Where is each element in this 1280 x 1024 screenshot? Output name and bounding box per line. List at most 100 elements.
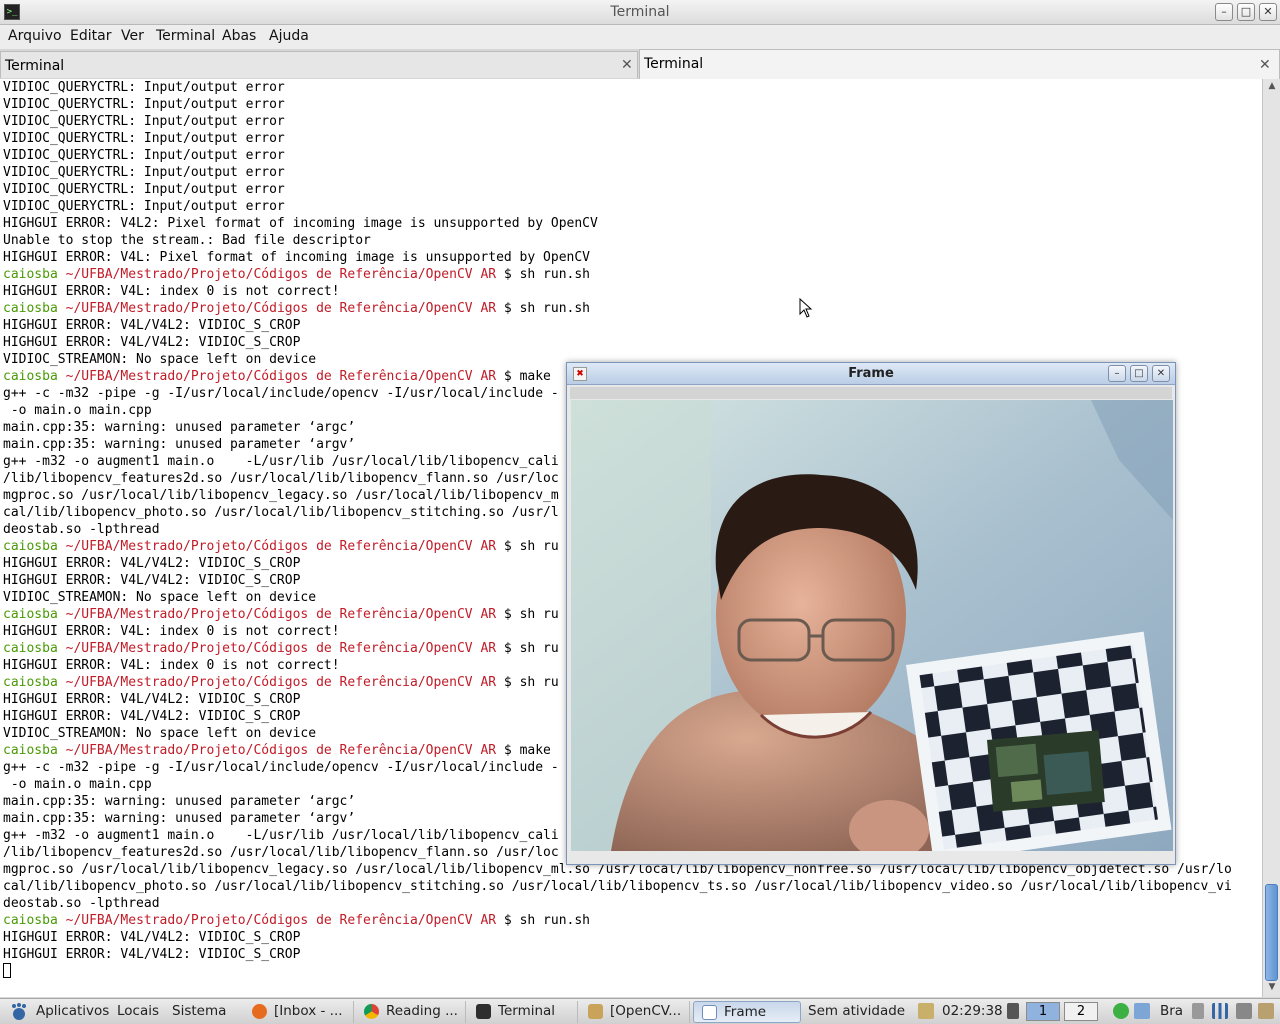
- prompt-command: $ sh run.sh: [496, 913, 591, 928]
- settings-icon[interactable]: [1236, 1003, 1252, 1019]
- task-inbox[interactable]: [Inbox - ...: [244, 1001, 354, 1023]
- terminal-line: VIDIOC_QUERYCTRL: Input/output error: [3, 148, 285, 163]
- mouse-pointer-icon: [799, 298, 813, 318]
- prompt-command: $ sh ru: [496, 675, 559, 690]
- task-label: Frame: [724, 1004, 767, 1020]
- tab-label: Terminal: [644, 56, 704, 72]
- usb-icon[interactable]: [1007, 1003, 1019, 1019]
- frame-close-button[interactable]: ✕: [1152, 365, 1170, 382]
- prompt-user: caiosba: [3, 267, 58, 282]
- battery-icon[interactable]: [1258, 1003, 1274, 1019]
- frame-maximize-button[interactable]: □: [1130, 365, 1148, 382]
- prompt-path: ~/UFBA/Mestrado/Projeto/Códigos de Refer…: [65, 675, 497, 690]
- prompt-command: $ sh run.sh: [496, 267, 591, 282]
- terminal-line: cal/lib/libopencv_photo.so /usr/local/li…: [3, 879, 1232, 894]
- update-check-icon[interactable]: [1113, 1003, 1129, 1019]
- volume-icon[interactable]: [1192, 1003, 1204, 1019]
- prompt-user: caiosba: [3, 539, 58, 554]
- prompt-path: ~/UFBA/Mestrado/Projeto/Códigos de Refer…: [65, 913, 497, 928]
- terminal-line: VIDIOC_QUERYCTRL: Input/output error: [3, 131, 285, 146]
- menu-locais[interactable]: Locais: [117, 1003, 159, 1019]
- frame-titlebar[interactable]: ✖ Frame – □ ✕: [567, 363, 1175, 385]
- taskbar: Aplicativos Locais Sistema [Inbox - ... …: [0, 998, 1280, 1024]
- minimize-button[interactable]: –: [1215, 3, 1233, 21]
- terminal-line: VIDIOC_QUERYCTRL: Input/output error: [3, 114, 285, 129]
- prompt-command: $ sh ru: [496, 641, 559, 656]
- task-terminal[interactable]: Terminal: [468, 1001, 578, 1023]
- prompt-command: $ sh ru: [496, 607, 559, 622]
- terminal-line: HIGHGUI ERROR: V4L/V4L2: VIDIOC_S_CROP: [3, 947, 301, 962]
- tab-close-icon[interactable]: ✕: [621, 57, 633, 73]
- gnome-foot-icon[interactable]: [10, 1003, 28, 1021]
- menu-sistema[interactable]: Sistema: [172, 1003, 226, 1019]
- lock-icon[interactable]: [918, 1003, 934, 1019]
- prompt-path: ~/UFBA/Mestrado/Projeto/Códigos de Refer…: [65, 607, 497, 622]
- terminal-line: HIGHGUI ERROR: V4L2: Pixel format of inc…: [3, 216, 598, 231]
- frame-minimize-button[interactable]: –: [1108, 365, 1126, 382]
- menu-abas[interactable]: Abas: [222, 28, 256, 44]
- status-text: Sem atividade: [808, 1003, 906, 1019]
- keyboard-layout[interactable]: Bra: [1160, 1003, 1183, 1019]
- maximize-button[interactable]: □: [1237, 3, 1255, 21]
- signal-icon[interactable]: [1212, 1003, 1228, 1019]
- firefox-icon: [252, 1004, 267, 1019]
- terminal-line: HIGHGUI ERROR: V4L/V4L2: VIDIOC_S_CROP: [3, 930, 301, 945]
- workspace-2[interactable]: 2: [1064, 1002, 1098, 1021]
- scrollbar-thumb[interactable]: [1265, 884, 1278, 981]
- terminal-line: VIDIOC_QUERYCTRL: Input/output error: [3, 97, 285, 112]
- tab-terminal-2[interactable]: Terminal ✕: [639, 49, 1280, 79]
- network-icon[interactable]: [1134, 1003, 1150, 1019]
- prompt-command: $ make: [496, 743, 551, 758]
- tab-terminal-1[interactable]: Terminal ✕: [0, 51, 638, 78]
- scroll-up-icon[interactable]: ▲: [1266, 81, 1278, 93]
- task-label: [Inbox - ...: [274, 1003, 343, 1019]
- terminal-prompt-line: caiosba ~/UFBA/Mestrado/Projeto/Códigos …: [3, 912, 1232, 929]
- frame-window[interactable]: ✖ Frame – □ ✕: [566, 362, 1176, 865]
- terminal-line: VIDIOC_QUERYCTRL: Input/output error: [3, 165, 285, 180]
- terminal-line: Unable to stop the stream.: Bad file des…: [3, 233, 371, 248]
- terminal-cursor: [3, 963, 11, 978]
- prompt-path: ~/UFBA/Mestrado/Projeto/Códigos de Refer…: [65, 641, 497, 656]
- workspace-1[interactable]: 1: [1026, 1002, 1060, 1021]
- terminal-line: deostab.so -lpthread: [3, 896, 160, 911]
- chrome-icon: [364, 1004, 379, 1019]
- prompt-user: caiosba: [3, 369, 58, 384]
- prompt-path: ~/UFBA/Mestrado/Projeto/Códigos de Refer…: [65, 267, 497, 282]
- terminal-line: HIGHGUI ERROR: V4L/V4L2: VIDIOC_S_CROP: [3, 335, 301, 350]
- window-title: Terminal: [610, 4, 670, 20]
- menu-editar[interactable]: Editar: [70, 28, 111, 44]
- folder-icon: [588, 1004, 603, 1019]
- task-label: [OpenCV...: [610, 1003, 682, 1019]
- frame-toolbar: [570, 387, 1172, 399]
- tab-bar: Terminal ✕ Terminal ✕: [0, 49, 1280, 79]
- terminal-line: HIGHGUI ERROR: V4L: index 0 is not corre…: [3, 284, 340, 299]
- menu-ver[interactable]: Ver: [121, 28, 144, 44]
- tab-close-icon[interactable]: ✕: [1259, 57, 1271, 73]
- prompt-command: $ sh run.sh: [496, 301, 591, 316]
- scroll-down-icon[interactable]: ▼: [1266, 982, 1278, 994]
- window-icon: [702, 1005, 717, 1020]
- clock[interactable]: 02:29:38: [942, 1003, 1003, 1019]
- prompt-user: caiosba: [3, 743, 58, 758]
- terminal-line: [3, 963, 1232, 980]
- task-reading[interactable]: Reading ...: [356, 1001, 466, 1023]
- menu-aplicativos[interactable]: Aplicativos: [36, 1003, 109, 1019]
- task-opencv[interactable]: [OpenCV...: [580, 1001, 690, 1023]
- menu-ajuda[interactable]: Ajuda: [269, 28, 309, 44]
- terminal-prompt-line: caiosba ~/UFBA/Mestrado/Projeto/Códigos …: [3, 300, 1232, 317]
- prompt-path: ~/UFBA/Mestrado/Projeto/Códigos de Refer…: [65, 539, 497, 554]
- task-frame[interactable]: Frame: [693, 1001, 801, 1023]
- close-button[interactable]: ✕: [1259, 3, 1277, 21]
- workspace-label: 1: [1038, 1004, 1048, 1019]
- terminal-line: HIGHGUI ERROR: V4L: Pixel format of inco…: [3, 250, 590, 265]
- menu-arquivo[interactable]: Arquivo: [8, 28, 62, 44]
- terminal-line: VIDIOC_QUERYCTRL: Input/output error: [3, 182, 285, 197]
- window-titlebar: >_ Terminal – □ ✕: [0, 0, 1280, 25]
- menu-terminal[interactable]: Terminal: [156, 28, 215, 44]
- prompt-user: caiosba: [3, 301, 58, 316]
- terminal-line: VIDIOC_QUERYCTRL: Input/output error: [3, 199, 285, 214]
- webcam-image: [571, 400, 1173, 851]
- menubar: Arquivo Editar Ver Terminal Abas Ajuda: [0, 25, 1280, 49]
- terminal-scrollbar[interactable]: ▲ ▼: [1262, 79, 1280, 997]
- prompt-path: ~/UFBA/Mestrado/Projeto/Códigos de Refer…: [65, 743, 497, 758]
